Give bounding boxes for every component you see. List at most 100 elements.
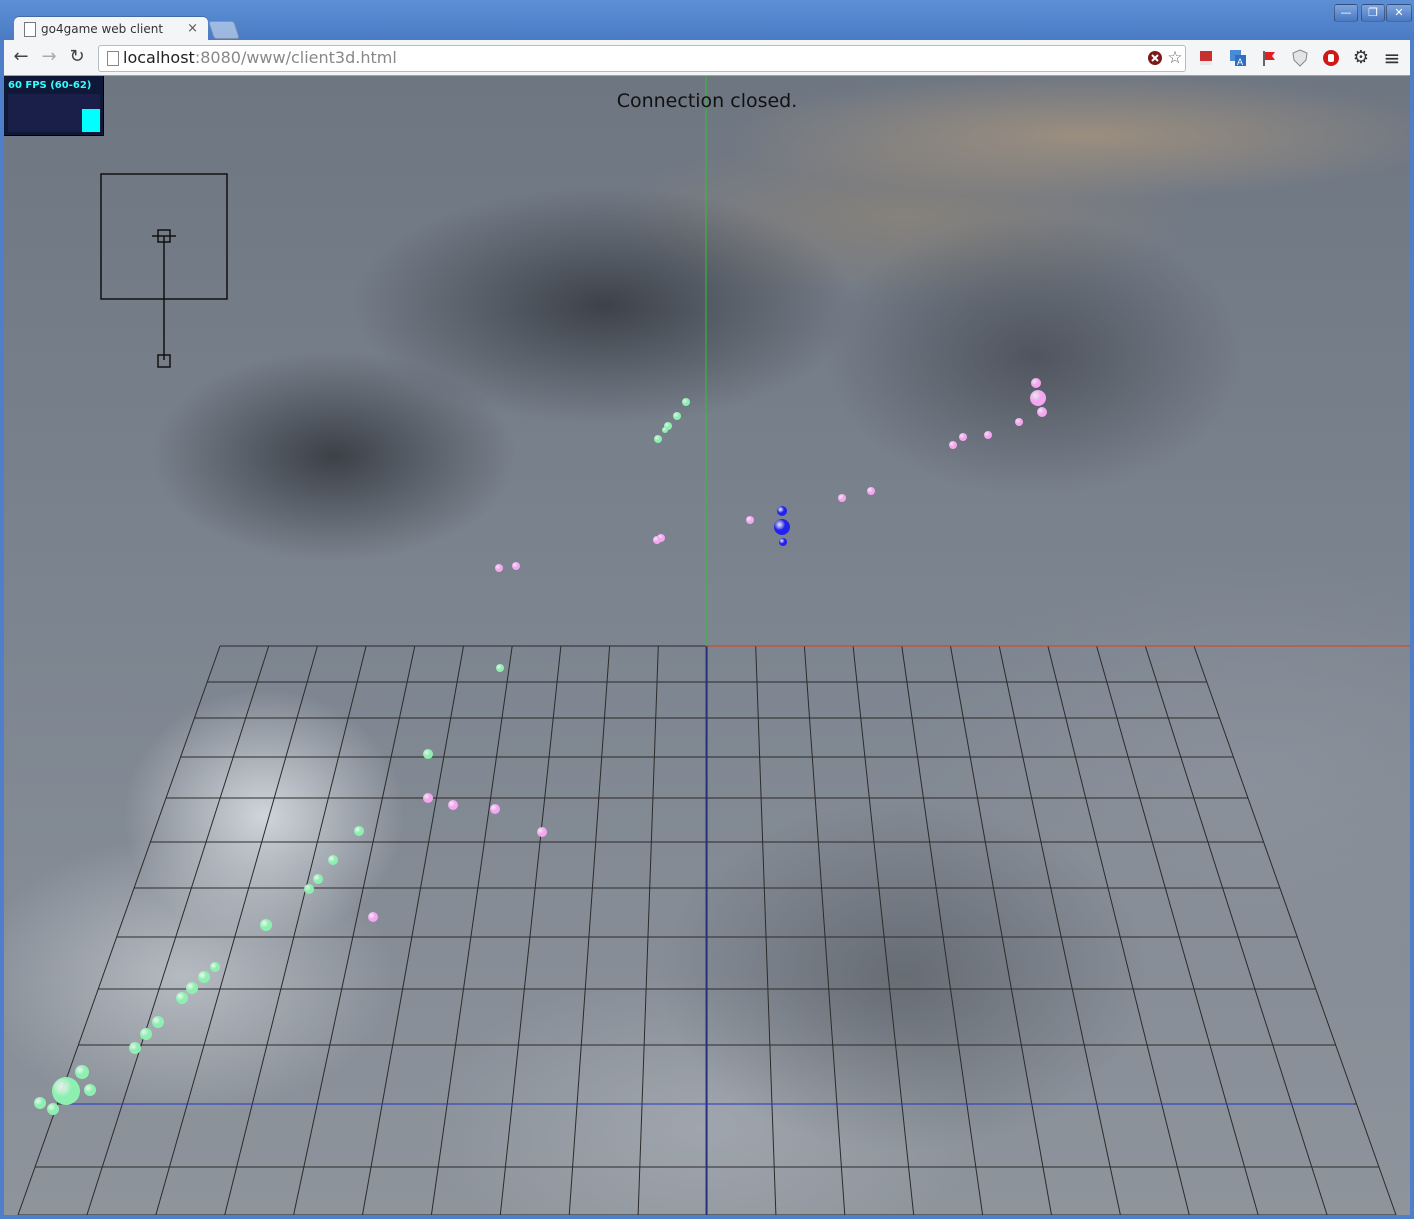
grid-line	[637, 645, 659, 1215]
status-message: Connection closed.	[616, 90, 798, 112]
team-pink-sphere	[746, 516, 754, 524]
team-pink-sphere	[495, 564, 503, 572]
page-icon	[107, 51, 119, 66]
team-green-sphere	[52, 1077, 80, 1105]
team-green-sphere	[423, 749, 433, 759]
team-green-sphere	[304, 884, 314, 894]
self-ship-sphere	[777, 506, 787, 516]
team-green-sphere	[84, 1084, 96, 1096]
scene-svg	[17, 76, 1410, 1215]
team-green-sphere	[673, 412, 681, 420]
team-green-sphere	[496, 664, 504, 672]
team-green-sphere	[140, 1028, 152, 1040]
reload-button[interactable]: ↻	[66, 46, 88, 68]
team-pink-sphere	[838, 494, 846, 502]
team-green-sphere	[186, 982, 198, 994]
grid-line	[430, 645, 513, 1215]
grid-line	[362, 645, 464, 1215]
tab-title: go4game web client	[41, 22, 164, 36]
team-green-sphere	[260, 919, 272, 931]
grid-line	[1144, 645, 1328, 1215]
adblock-ext-icon[interactable]	[1322, 49, 1340, 67]
menu-icon[interactable]: ≡	[1383, 48, 1401, 68]
url-text[interactable]: localhost:8080/www/client3d.html	[123, 48, 397, 67]
grid-line	[568, 645, 611, 1215]
team-pink-sphere	[423, 793, 433, 803]
ground-grid	[17, 645, 1397, 1215]
team-green-sphere	[354, 826, 364, 836]
team-pink-sphere	[1015, 418, 1023, 426]
team-pink-sphere	[984, 431, 992, 439]
self-ship-sphere	[779, 538, 787, 546]
browser-toolbar: ← → ↻ localhost:8080/www/client3d.html ☆…	[4, 40, 1410, 76]
team-green-sphere	[654, 435, 662, 443]
grid-line	[499, 645, 562, 1215]
team-green-sphere	[313, 874, 323, 884]
grid-line	[1193, 645, 1397, 1215]
team-green-sphere	[34, 1097, 46, 1109]
forward-button[interactable]: →	[38, 46, 60, 68]
team-green-sphere	[129, 1042, 141, 1054]
minimize-button[interactable]: —	[1334, 4, 1358, 22]
close-window-button[interactable]: ✕	[1386, 4, 1412, 22]
team-pink-sphere	[949, 441, 957, 449]
title-bar: go4game web client × — ❐ ✕	[0, 0, 1414, 41]
translate-ext-icon[interactable]: A	[1229, 49, 1247, 67]
team-pink-sphere	[448, 800, 458, 810]
team-green-sphere	[47, 1103, 59, 1115]
self-ship-sphere	[774, 519, 790, 535]
back-button[interactable]: ←	[10, 46, 32, 68]
team-green-sphere	[176, 992, 188, 1004]
grid-line	[293, 645, 416, 1215]
team-green-sphere	[210, 962, 220, 972]
tab-go4game[interactable]: go4game web client ×	[14, 17, 208, 41]
stop-icon[interactable]	[1147, 50, 1163, 66]
grid-line	[901, 645, 984, 1215]
url-path: :8080/www/client3d.html	[194, 48, 397, 67]
fps-graph-bar	[82, 109, 100, 132]
browser-window: go4game web client × — ❐ ✕ ← → ↻ localho…	[0, 0, 1414, 1219]
team-pink-sphere	[1030, 390, 1046, 406]
flag-ext-icon[interactable]	[1260, 49, 1278, 67]
team-green-sphere	[682, 398, 690, 406]
grid-line	[224, 645, 367, 1215]
team-green-sphere	[198, 971, 210, 983]
radar-minimap	[100, 173, 228, 368]
grid-line	[852, 645, 915, 1215]
grid-line	[1047, 645, 1190, 1215]
grid-line	[1096, 645, 1259, 1215]
team-pink-sphere	[1031, 378, 1041, 388]
grid-line	[755, 645, 777, 1215]
grid-line	[803, 645, 846, 1215]
team-pink-sphere	[959, 433, 967, 441]
grid-line	[155, 645, 318, 1215]
webgl-canvas[interactable]: 60 FPS (60-62) Connection closed.	[4, 76, 1410, 1215]
address-bar[interactable]: localhost:8080/www/client3d.html ☆	[98, 45, 1186, 72]
tab-close-icon[interactable]: ×	[187, 21, 198, 36]
team-pink-sphere	[490, 804, 500, 814]
team-green-sphere	[75, 1065, 89, 1079]
team-pink-sphere	[653, 536, 661, 544]
shield-ext-icon[interactable]	[1291, 49, 1309, 67]
page-icon	[24, 22, 36, 37]
svg-text:A: A	[1237, 57, 1243, 67]
new-tab-button[interactable]	[208, 21, 240, 39]
grid-line	[17, 645, 221, 1215]
team-pink-sphere	[512, 562, 520, 570]
maximize-button[interactable]: ❐	[1361, 4, 1385, 22]
team-pink-sphere	[537, 827, 547, 837]
team-green-sphere	[662, 427, 668, 433]
team-pink-sphere	[1037, 407, 1047, 417]
team-pink-sphere	[368, 912, 378, 922]
grid-line	[950, 645, 1052, 1215]
team-green-sphere	[328, 855, 338, 865]
team-green-sphere	[152, 1016, 164, 1028]
bookmark-ext-icon[interactable]	[1197, 49, 1215, 67]
grid-line	[998, 645, 1121, 1215]
url-host: localhost	[123, 48, 195, 67]
team-pink-sphere	[867, 487, 875, 495]
grid-line	[86, 645, 270, 1215]
game-objects	[34, 378, 1047, 1115]
star-icon[interactable]: ☆	[1167, 50, 1183, 67]
gear-icon[interactable]: ⚙	[1352, 49, 1370, 67]
